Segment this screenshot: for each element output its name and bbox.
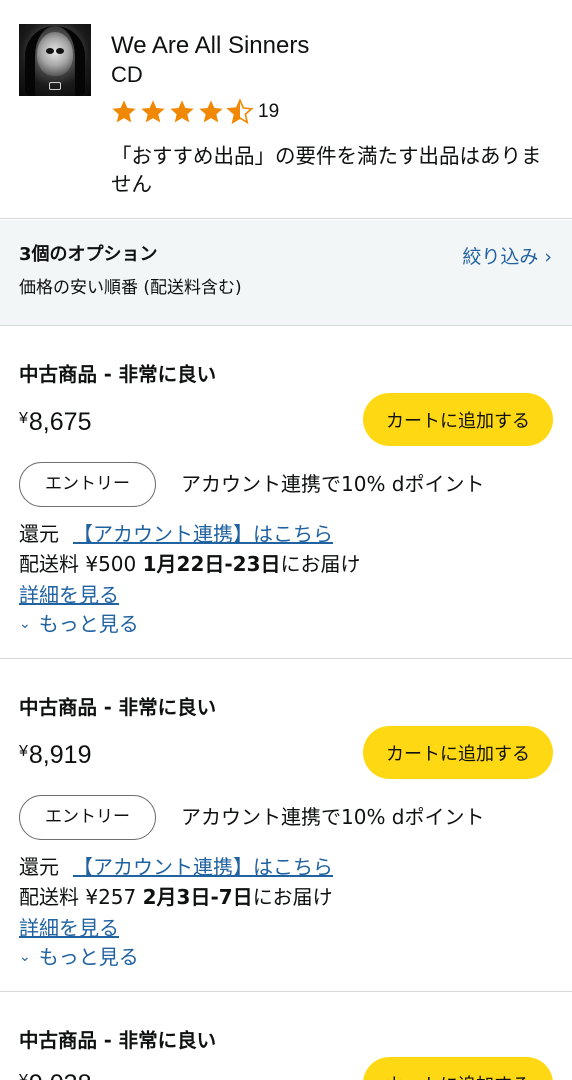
offer-card: 中古商品 - 非常に良い ¥8,919 カートに追加する エントリー アカウント… bbox=[0, 660, 572, 992]
chevron-down-icon: ⌄ bbox=[19, 949, 31, 965]
chevron-down-icon: ⌄ bbox=[19, 616, 31, 632]
delivery-suffix: にお届け bbox=[252, 885, 333, 909]
show-more-toggle[interactable]: ⌄ もっと見る bbox=[19, 610, 139, 638]
offer-condition: 中古商品 - 非常に良い bbox=[19, 1029, 217, 1052]
offer-price: ¥8,675 bbox=[19, 403, 91, 438]
reward-prefix: 還元 bbox=[19, 522, 59, 546]
show-more-toggle[interactable]: ⌄ もっと見る bbox=[19, 943, 139, 971]
star-rating[interactable] bbox=[110, 97, 255, 127]
entry-button[interactable]: エントリー bbox=[19, 795, 156, 840]
shipping-info: 配送料 ¥257 2月3日-7日にお届け bbox=[19, 883, 333, 911]
offer-condition: 中古商品 - 非常に良い bbox=[19, 363, 217, 386]
shipping-fee: 配送料 ¥500 bbox=[19, 552, 143, 576]
currency-symbol: ¥ bbox=[19, 1072, 28, 1080]
offer-price: ¥8,919 bbox=[19, 736, 91, 771]
shipping-info: 配送料 ¥500 1月22日-23日にお届け bbox=[19, 550, 361, 578]
offer-price: ¥9,038 bbox=[19, 1065, 91, 1080]
delivery-suffix: にお届け bbox=[280, 552, 361, 576]
options-bar: 3個のオプション 価格の安い順番 (配送料含む) 絞り込み › bbox=[0, 220, 572, 326]
account-link[interactable]: 【アカウント連携】はこちら bbox=[73, 522, 333, 546]
details-link[interactable]: 詳細を見る bbox=[19, 581, 119, 609]
currency-symbol: ¥ bbox=[19, 743, 28, 760]
entry-button[interactable]: エントリー bbox=[19, 462, 156, 507]
star-full-icon bbox=[199, 100, 223, 123]
product-format: CD bbox=[111, 62, 143, 87]
reward-prefix: 還元 bbox=[19, 855, 59, 879]
price-value: 8,919 bbox=[28, 741, 92, 769]
offer-card: 中古商品 - 非常に良い ¥8,675 カートに追加する エントリー アカウント… bbox=[0, 327, 572, 659]
star-full-icon bbox=[112, 100, 136, 123]
dpoint-promo-text: アカウント連携で10% dポイント bbox=[181, 472, 485, 496]
product-header: We Are All Sinners CD 19 「おすすめ出品」の要件を満たす… bbox=[0, 0, 572, 219]
sort-order-label: 価格の安い順番 (配送料含む) bbox=[19, 278, 242, 298]
add-to-cart-button[interactable]: カートに追加する bbox=[363, 726, 553, 779]
album-cover-image[interactable] bbox=[19, 24, 91, 96]
add-to-cart-button[interactable]: カートに追加する bbox=[363, 1057, 553, 1080]
add-to-cart-button[interactable]: カートに追加する bbox=[363, 393, 553, 446]
star-full-icon bbox=[170, 100, 194, 123]
show-more-label: もっと見る bbox=[38, 612, 139, 636]
delivery-date: 1月22日-23日 bbox=[142, 552, 281, 576]
price-value: 9,038 bbox=[29, 1070, 92, 1080]
currency-symbol: ¥ bbox=[19, 410, 28, 427]
dpoint-promo-text: アカウント連携で10% dポイント bbox=[181, 805, 485, 829]
offer-card: 中古商品 - 非常に良い ¥9,038 カートに追加する bbox=[0, 993, 572, 1080]
filter-link[interactable]: 絞り込み › bbox=[462, 244, 552, 270]
product-title[interactable]: We Are All Sinners bbox=[111, 31, 309, 61]
shipping-fee: 配送料 ¥257 bbox=[19, 885, 143, 909]
offer-condition: 中古商品 - 非常に良い bbox=[19, 696, 217, 719]
details-link[interactable]: 詳細を見る bbox=[19, 914, 119, 942]
reward-line: 還元 【アカウント連携】はこちら bbox=[19, 853, 333, 881]
options-count: 3個のオプション bbox=[19, 244, 158, 265]
account-link[interactable]: 【アカウント連携】はこちら bbox=[73, 855, 333, 879]
show-more-label: もっと見る bbox=[38, 945, 139, 969]
star-full-icon bbox=[141, 100, 165, 123]
rating-count[interactable]: 19 bbox=[258, 99, 279, 125]
price-value: 8,675 bbox=[28, 408, 92, 436]
delivery-date: 2月3日-7日 bbox=[142, 885, 253, 909]
star-half-icon bbox=[226, 98, 254, 125]
reward-line: 還元 【アカウント連携】はこちら bbox=[19, 520, 333, 548]
featured-offer-notice: 「おすすめ出品」の要件を満たす出品はありません bbox=[111, 144, 542, 196]
